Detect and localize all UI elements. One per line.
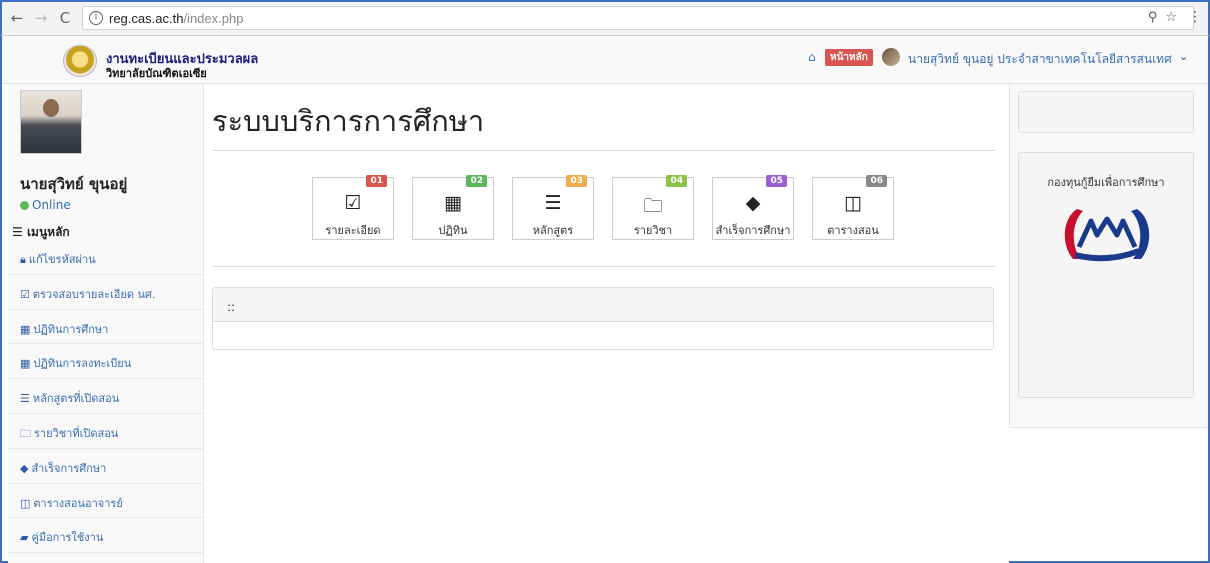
right-empty-box bbox=[1018, 91, 1194, 133]
tag-icon: ◆ bbox=[745, 192, 761, 214]
sidebar-item-student-details[interactable]: ☑ ตรวจสอบรายละเอียด นศ. bbox=[8, 275, 204, 310]
tile-number-badge: 06 bbox=[866, 175, 887, 187]
tile-graduation[interactable]: 05 ◆ สำเร็จการศึกษา bbox=[712, 175, 794, 240]
tile-label: สำเร็จการศึกษา bbox=[715, 224, 791, 237]
book-icon: ▰ bbox=[20, 531, 29, 545]
tile-curriculum[interactable]: 03 ☰ หลักสูตร bbox=[512, 175, 594, 240]
student-loan-box: กองทุนกู้ยืมเพื่อการศึกษา bbox=[1018, 152, 1194, 398]
url-text: reg.cas.ac.th/index.php bbox=[109, 11, 244, 26]
calendar-icon: ▦ bbox=[444, 192, 462, 214]
table-icon: ◫ bbox=[20, 496, 31, 510]
page: งานทะเบียนและประมวลผล วิทยาลัยบัณฑิตเอเซ… bbox=[0, 36, 1210, 563]
forward-icon[interactable]: → bbox=[32, 9, 50, 27]
main-content: ระบบบริการการศึกษา 01 ☑ รายละเอียด 02 ▦ … bbox=[204, 84, 1009, 563]
sidebar: นายสุวิทย์ ขุนอยู่ Online ☰ เมนูหลัก 🔒︎ แ… bbox=[8, 84, 204, 563]
right-sidebar: กองทุนกู้ยืมเพื่อการศึกษา bbox=[1009, 84, 1208, 428]
bookmark-star-icon[interactable]: ⚲☆ bbox=[1148, 10, 1185, 25]
calendar-icon: ▦ bbox=[20, 322, 31, 336]
college-logo-icon bbox=[63, 45, 97, 77]
user-avatar bbox=[882, 48, 900, 66]
tile-details[interactable]: 01 ☑ รายละเอียด bbox=[312, 175, 394, 240]
tile-label: รายวิชา bbox=[633, 224, 673, 237]
folder-icon: 🗀︎ bbox=[20, 426, 31, 440]
tile-label: หลักสูตร bbox=[532, 224, 574, 237]
list-icon: ☰ bbox=[544, 192, 562, 214]
sidebar-item-teaching-schedule[interactable]: ◫ ตารางสอนอาจารย์ bbox=[8, 484, 204, 519]
tile-courses[interactable]: 04 🗀︎ รายวิชา bbox=[612, 175, 694, 240]
back-icon[interactable]: ← bbox=[8, 9, 26, 27]
folder-icon: 🗀︎ bbox=[643, 195, 663, 217]
check-square-icon: ☑ bbox=[344, 192, 362, 214]
sidebar-user-name: นายสุวิทย์ ขุนอยู่ bbox=[20, 175, 128, 193]
user-dropdown-label: นายสุวิทย์ ขุนอยู่ ประจำสาขาเทคโนโลยีสาร… bbox=[908, 52, 1172, 66]
top-navbar: งานทะเบียนและประมวลผล วิทยาลัยบัณฑิตเอเซ… bbox=[2, 36, 1208, 84]
tile-calendar[interactable]: 02 ▦ ปฏิทิน bbox=[412, 175, 494, 240]
sidebar-item-graduation[interactable]: ◆ สำเร็จการศึกษา bbox=[8, 449, 204, 484]
tag-icon: ◆ bbox=[20, 461, 29, 475]
divider bbox=[212, 266, 996, 267]
sidebar-item-academic-calendar[interactable]: ▦ ปฏิทินการศึกษา bbox=[8, 310, 204, 345]
chevron-down-icon: ⌄ bbox=[1179, 50, 1189, 63]
profile-photo bbox=[20, 90, 82, 154]
table-icon: ◫ bbox=[844, 192, 862, 214]
sidebar-item-registration-calendar[interactable]: ▦ ปฏิทินการลงทะเบียน bbox=[8, 344, 204, 380]
sidebar-menu: 🔒︎ แก้ไขรหัสผ่าน ☑ ตรวจสอบรายละเอียด นศ. ▦… bbox=[8, 240, 204, 554]
student-loan-fund-logo-icon[interactable] bbox=[1057, 201, 1157, 267]
online-dot-icon bbox=[20, 201, 29, 210]
sidebar-item-change-password[interactable]: 🔒︎ แก้ไขรหัสผ่าน bbox=[8, 240, 204, 275]
tile-label: ปฏิทิน bbox=[438, 224, 468, 237]
online-status: Online bbox=[20, 198, 71, 212]
browser-toolbar: ← → C i reg.cas.ac.th/index.php ⚲☆ ⋮ bbox=[0, 0, 1210, 36]
content-panel: :: bbox=[212, 287, 994, 350]
tile-number-badge: 04 bbox=[666, 175, 687, 187]
sidebar-item-curriculum[interactable]: ☰ หลักสูตรที่เปิดสอน bbox=[8, 379, 204, 414]
lock-icon: 🔒︎ bbox=[20, 253, 26, 266]
divider bbox=[212, 150, 996, 151]
calendar-icon: ▦ bbox=[20, 357, 31, 371]
tile-teaching-schedule[interactable]: 06 ◫ ตารางสอน bbox=[812, 175, 894, 240]
home-icon: ⌂ bbox=[808, 50, 816, 64]
tile-number-badge: 03 bbox=[566, 175, 587, 187]
home-badge[interactable]: หน้าหลัก bbox=[825, 49, 873, 66]
info-icon[interactable]: i bbox=[89, 11, 103, 25]
address-bar[interactable]: i reg.cas.ac.th/index.php ⚲☆ bbox=[82, 6, 1194, 30]
tile-number-badge: 02 bbox=[466, 175, 487, 187]
page-title: ระบบบริการการศึกษา bbox=[212, 104, 485, 138]
tile-number-badge: 01 bbox=[366, 175, 387, 187]
browser-menu-icon[interactable]: ⋮ bbox=[1188, 9, 1202, 25]
list-icon: ☰ bbox=[20, 392, 30, 406]
sidebar-item-user-manual[interactable]: ▰ คู่มือการใช้งาน bbox=[8, 518, 204, 554]
tile-label: รายละเอียด bbox=[325, 224, 381, 237]
tile-number-badge: 05 bbox=[766, 175, 787, 187]
student-loan-title: กองทุนกู้ยืมเพื่อการศึกษา bbox=[1047, 176, 1165, 189]
panel-heading: :: bbox=[213, 288, 993, 322]
reload-icon[interactable]: C bbox=[56, 9, 74, 27]
menu-icon: ☰ bbox=[12, 225, 27, 239]
tile-label: ตารางสอน bbox=[827, 224, 879, 237]
brand-subtitle: วิทยาลัยบัณฑิตเอเซีย bbox=[106, 67, 207, 80]
check-square-icon: ☑ bbox=[20, 287, 30, 301]
sidebar-item-courses[interactable]: 🗀︎ รายวิชาที่เปิดสอน bbox=[8, 414, 204, 449]
